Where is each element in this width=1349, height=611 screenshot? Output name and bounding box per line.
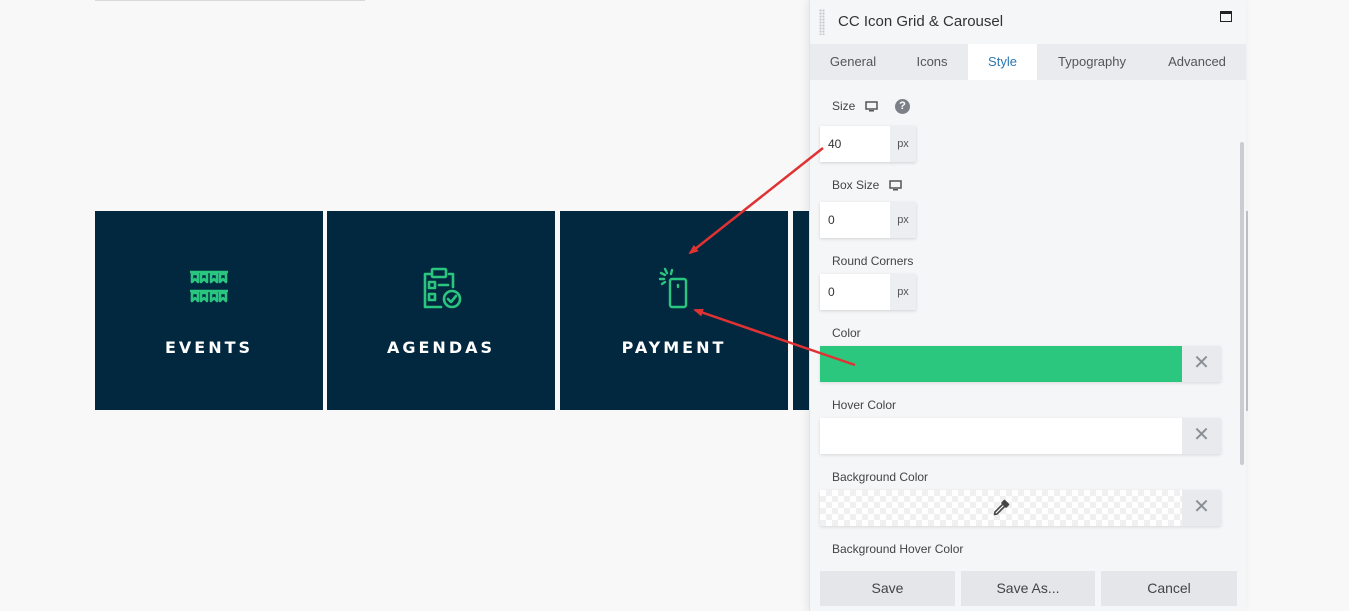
clipboard-check-icon	[423, 267, 462, 309]
icon-tile-agendas[interactable]: AGENDAS	[327, 211, 555, 410]
cancel-button[interactable]: Cancel	[1101, 571, 1237, 606]
color-picker: ✕	[820, 346, 1221, 382]
round-corners-label: Round Corners	[832, 254, 914, 268]
size-unit[interactable]: px	[890, 126, 916, 162]
hover-color-label: Hover Color	[832, 398, 897, 412]
size-input[interactable]	[820, 126, 890, 162]
page-scrollbar[interactable]	[1246, 211, 1248, 411]
round-corners-unit[interactable]: px	[890, 274, 916, 310]
background-color-label: Background Color	[832, 470, 929, 484]
tab-icons[interactable]: Icons	[896, 44, 968, 80]
bunting-flags-icon	[190, 270, 228, 303]
top-divider	[95, 0, 365, 1]
tile-label: EVENTS	[164, 338, 254, 357]
panel-footer: Save Save As... Cancel	[810, 571, 1246, 611]
tab-general[interactable]: General	[810, 44, 896, 80]
settings-panel: CC Icon Grid & Carousel General Icons St…	[809, 0, 1246, 611]
monitor-icon[interactable]	[888, 180, 902, 191]
panel-title: CC Icon Grid & Carousel	[838, 13, 1004, 30]
background-hover-color-label: Background Hover Color	[832, 542, 964, 556]
box-size-label: Box Size	[832, 178, 880, 192]
clear-color-button[interactable]: ✕	[1182, 346, 1221, 382]
help-icon[interactable]: ?	[895, 99, 911, 115]
size-field-label: Size ?	[832, 99, 911, 115]
icon-tile-payment[interactable]: PAYMENT	[560, 211, 788, 410]
tab-style[interactable]: Style	[968, 44, 1037, 80]
color-label: Color	[832, 326, 861, 340]
save-button[interactable]: Save	[820, 571, 955, 606]
tile-label: PAYMENT	[621, 338, 727, 357]
box-size-input-group: px	[820, 202, 916, 238]
tab-typography[interactable]: Typography	[1037, 44, 1147, 80]
round-corners-input-group: px	[820, 274, 916, 310]
tab-advanced[interactable]: Advanced	[1147, 44, 1246, 80]
color-swatch[interactable]	[820, 346, 1182, 382]
monitor-icon[interactable]	[864, 101, 878, 112]
drag-handle-icon[interactable]	[819, 9, 825, 35]
box-size-field-label: Box Size	[832, 178, 902, 192]
phone-tap-icon	[658, 267, 688, 309]
box-size-unit[interactable]: px	[890, 202, 916, 238]
box-size-input[interactable]	[820, 202, 890, 238]
size-input-group: px	[820, 126, 916, 162]
size-label: Size	[832, 99, 856, 113]
tile-label: AGENDAS	[386, 338, 496, 357]
panel-header[interactable]: CC Icon Grid & Carousel	[810, 0, 1246, 44]
panel-scrollbar[interactable]	[1240, 142, 1244, 465]
save-as-button[interactable]: Save As...	[961, 571, 1095, 606]
icon-tile-events[interactable]: EVENTS	[95, 211, 323, 410]
hover-color-picker: ✕	[820, 418, 1221, 454]
hover-color-swatch[interactable]	[820, 418, 1182, 454]
clear-background-color-button[interactable]: ✕	[1182, 490, 1221, 526]
panel-tabs: General Icons Style Typography Advanced	[810, 44, 1246, 80]
clear-hover-color-button[interactable]: ✕	[1182, 418, 1221, 454]
background-color-picker: ✕	[820, 490, 1221, 526]
round-corners-input[interactable]	[820, 274, 890, 310]
background-color-swatch[interactable]	[820, 490, 1182, 526]
window-toggle-icon[interactable]	[1220, 11, 1232, 22]
eyedropper-icon[interactable]	[992, 499, 1010, 517]
